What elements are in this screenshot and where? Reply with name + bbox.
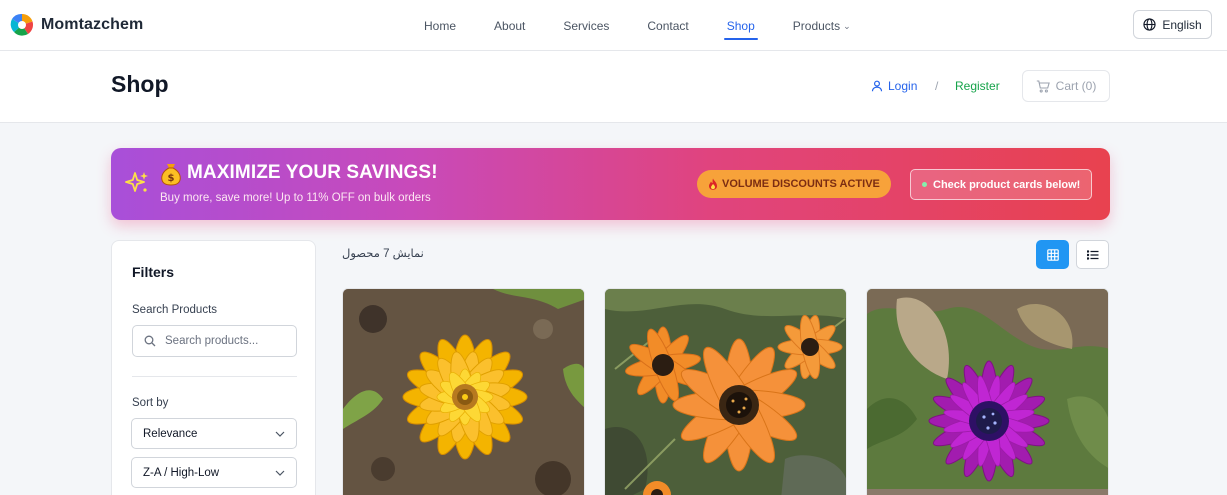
nav-contact[interactable]: Contact bbox=[635, 0, 700, 51]
list-icon bbox=[1086, 249, 1098, 260]
nav-shop[interactable]: Shop bbox=[715, 0, 767, 51]
register-link[interactable]: Register bbox=[955, 79, 1000, 93]
money-bag-icon: $ bbox=[161, 164, 181, 186]
promo-subtitle: Buy more, save more! Up to 11% OFF on bu… bbox=[160, 192, 431, 204]
language-switcher[interactable]: English bbox=[1133, 10, 1212, 39]
chevron-down-icon: ⌄ bbox=[843, 21, 851, 31]
sort-select[interactable]: Relevance bbox=[131, 418, 297, 449]
top-navbar: Momtazchem Home About Services Contact S… bbox=[0, 0, 1227, 51]
main-nav: Home About Services Contact Shop Product… bbox=[412, 0, 877, 51]
account-separator: / bbox=[935, 79, 939, 93]
search-input[interactable] bbox=[165, 326, 293, 356]
nav-home[interactable]: Home bbox=[412, 0, 468, 51]
purple-daisy-photo bbox=[867, 289, 1108, 495]
nav-products-label: Products bbox=[792, 18, 841, 33]
cart-button[interactable]: Cart (0) bbox=[1022, 70, 1110, 102]
nav-services-label: Services bbox=[563, 18, 610, 33]
globe-icon bbox=[1143, 18, 1156, 31]
product-card[interactable] bbox=[342, 288, 585, 495]
language-label: English bbox=[1162, 17, 1202, 32]
nav-shop-label: Shop bbox=[726, 18, 755, 33]
check-products-button[interactable]: Check product cards below! bbox=[910, 169, 1093, 200]
volume-discount-badge: VOLUME DISCOUNTS ACTIVE bbox=[697, 170, 891, 198]
nav-about[interactable]: About bbox=[482, 0, 537, 51]
orange-daisy-photo bbox=[605, 289, 846, 495]
sort-select-value: Relevance bbox=[143, 427, 198, 440]
login-label: Login bbox=[888, 79, 918, 93]
brand-name: Momtazchem bbox=[41, 16, 144, 33]
search-products-label: Search Products bbox=[132, 304, 218, 316]
filters-divider bbox=[132, 376, 297, 377]
filters-panel: Filters Search Products Sort by Relevanc… bbox=[111, 240, 316, 495]
promo-title: MAXIMIZE YOUR SAVINGS! bbox=[187, 162, 438, 183]
grid-icon bbox=[1046, 248, 1059, 261]
promo-banner: $ MAXIMIZE YOUR SAVINGS! Buy more, save … bbox=[111, 148, 1110, 220]
yellow-zinnia-photo bbox=[343, 289, 584, 495]
nav-home-label: Home bbox=[424, 18, 457, 33]
cart-icon bbox=[1036, 79, 1050, 93]
svg-text:$: $ bbox=[168, 173, 175, 184]
chevron-down-icon bbox=[275, 470, 285, 476]
page-title: Shop bbox=[111, 71, 169, 97]
order-select-value: Z-A / High-Low bbox=[143, 466, 220, 479]
list-view-button[interactable] bbox=[1076, 240, 1109, 269]
filters-title: Filters bbox=[132, 264, 175, 280]
brand[interactable]: Momtazchem bbox=[9, 12, 143, 38]
nav-about-label: About bbox=[494, 18, 526, 33]
sparkles-icon bbox=[125, 172, 148, 192]
chevron-down-icon bbox=[275, 431, 285, 437]
user-icon bbox=[871, 80, 883, 92]
check-products-label: Check product cards below! bbox=[933, 178, 1081, 191]
sort-by-label: Sort by bbox=[132, 397, 169, 409]
search-icon bbox=[144, 335, 156, 347]
result-count: نمایش 7 محصول bbox=[342, 248, 424, 260]
fire-icon bbox=[709, 178, 717, 190]
product-card[interactable] bbox=[604, 288, 847, 495]
status-dot-icon bbox=[922, 182, 927, 187]
order-select[interactable]: Z-A / High-Low bbox=[131, 457, 297, 488]
grid-view-button[interactable] bbox=[1036, 240, 1069, 269]
nav-contact-label: Contact bbox=[647, 18, 689, 33]
logo-icon bbox=[10, 13, 34, 37]
volume-discount-label: VOLUME DISCOUNTS ACTIVE bbox=[722, 178, 880, 190]
search-box bbox=[132, 325, 297, 357]
nav-products[interactable]: Products ⌄ bbox=[781, 0, 863, 51]
nav-services[interactable]: Services bbox=[551, 0, 621, 51]
product-card[interactable] bbox=[866, 288, 1109, 495]
cart-label: Cart (0) bbox=[1055, 79, 1097, 93]
page-header: Shop Login / Register Cart (0) bbox=[0, 51, 1227, 123]
login-link[interactable]: Login bbox=[871, 79, 917, 93]
